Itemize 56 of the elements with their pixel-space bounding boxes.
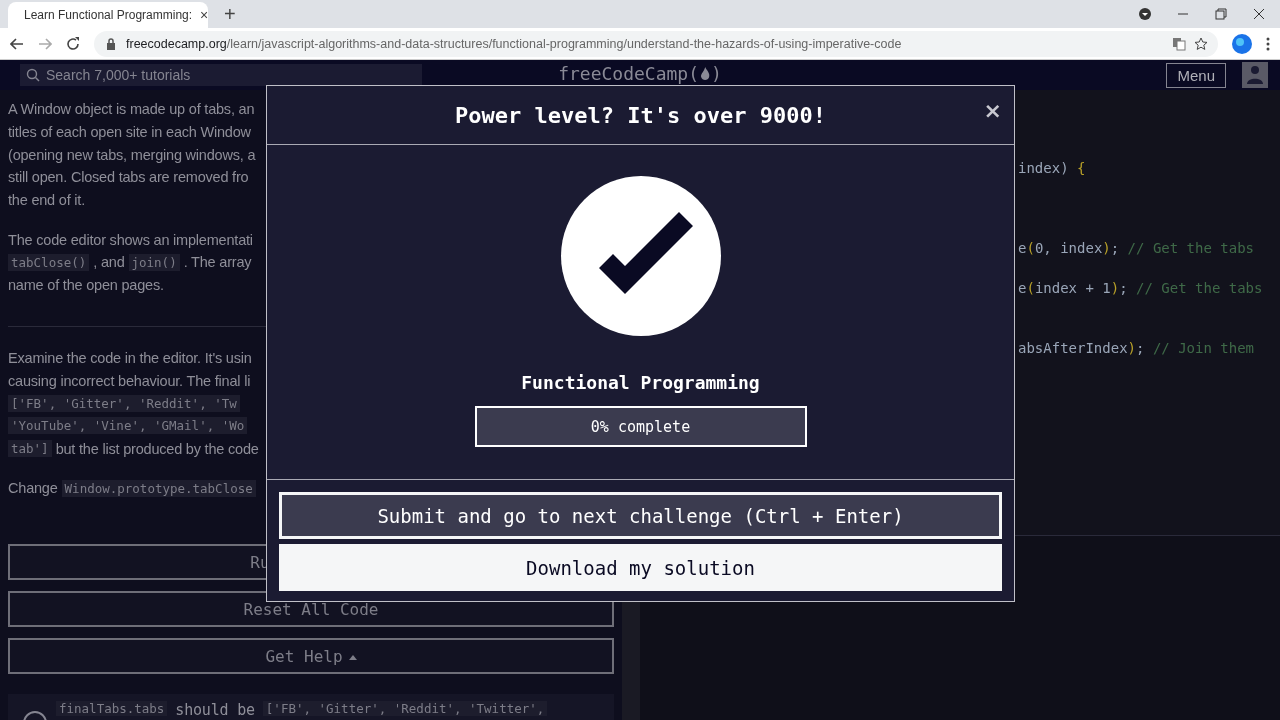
- close-icon[interactable]: [1252, 7, 1266, 21]
- profile-dropdown-icon[interactable]: [1138, 7, 1152, 21]
- inline-code: 'YouTube', 'Vine', 'GMail', 'Wo: [8, 417, 248, 435]
- close-tab-button[interactable]: ×: [200, 7, 209, 23]
- code-line: absAfterIndex); // Join them: [1018, 339, 1256, 358]
- menu-button[interactable]: Menu: [1166, 62, 1226, 88]
- instruction-text: . The array: [183, 254, 252, 271]
- instruction-text: titles of each open site in each Window: [8, 124, 251, 141]
- caret-icon: [348, 654, 357, 660]
- restore-icon[interactable]: [1214, 7, 1228, 21]
- instruction-text: name of the open pages.: [8, 277, 164, 294]
- instruction-text: Change: [8, 480, 58, 497]
- translate-icon[interactable]: [1172, 36, 1186, 51]
- logo-text: ): [711, 63, 722, 84]
- profile-avatar-icon[interactable]: [1232, 33, 1252, 54]
- new-tab-button[interactable]: +: [220, 3, 240, 26]
- instruction-text: should be: [175, 700, 255, 719]
- instruction-text: but the list produced by the code: [55, 440, 259, 457]
- code-line: e(0, index); // Get the tabs: [1018, 239, 1256, 258]
- url-text: freecodecamp.org/learn/javascript-algorithms-and-data-structures/functional-programming/understand-the-hazards-of-using-imperative-code: [126, 36, 903, 51]
- lock-icon: [104, 36, 118, 51]
- checkmark-icon: [560, 176, 721, 336]
- address-bar[interactable]: freecodecamp.org/learn/javascript-algorithms-and-data-structures/functional-programming/understand-the-hazards-of-using-imperative-code: [94, 30, 1218, 57]
- close-button[interactable]: ×: [983, 98, 1002, 123]
- instruction-text: still open. Closed tabs are removed fro: [8, 169, 249, 186]
- reload-icon[interactable]: [66, 36, 80, 51]
- instruction-text: the end of it.: [8, 192, 85, 209]
- instruction-text: The code editor shows an implementati: [8, 231, 253, 248]
- inline-code: tab']: [8, 440, 52, 458]
- instruction-text: Examine the code in the editor. It's usin: [8, 349, 252, 366]
- star-icon[interactable]: [1194, 36, 1208, 51]
- inline-code: tabClose(): [8, 253, 90, 271]
- block-title: Functional Programming: [521, 372, 760, 393]
- inline-code: join(): [128, 253, 180, 271]
- action-button[interactable]: Get Help: [8, 637, 614, 674]
- more-menu-icon[interactable]: [1266, 36, 1270, 51]
- inline-code: ['FB', 'Gitter', 'Reddit', 'Twitter',: [262, 700, 548, 717]
- instruction-text: (opening new tabs, merging windows, a: [8, 146, 256, 163]
- browser-tab[interactable]: Learn Functional Programming: ×: [8, 2, 208, 28]
- download-button[interactable]: Download my solution: [279, 544, 1002, 591]
- dialog-title: Power level? It's over 9000!: [455, 102, 826, 128]
- submit-button[interactable]: Submit and go to next challenge (Ctrl + Enter): [279, 492, 1002, 539]
- code-line: index) {: [1018, 159, 1087, 178]
- search-icon: [26, 68, 40, 82]
- search-field[interactable]: Search 7,000+ tutorials: [20, 64, 422, 86]
- instruction-text: , and: [93, 254, 125, 271]
- tab-title: Learn Functional Programming:: [24, 8, 193, 22]
- inline-code: finalTabs.tabs: [56, 700, 168, 717]
- inline-code: ['FB', 'Gitter', 'Reddit', 'Tw: [8, 394, 240, 412]
- instruction-text: causing incorrect behaviour. The final li: [8, 372, 251, 389]
- inline-code: Window.prototype.tabClose: [61, 479, 256, 497]
- code-line: e(index + 1); // Get the tabs: [1018, 279, 1264, 298]
- logo-text: freeCodeCamp(: [558, 63, 699, 84]
- progress-label: 0% complete: [590, 417, 691, 436]
- instruction-text: A Window object is made up of tabs, an: [8, 101, 255, 118]
- back-icon[interactable]: [10, 36, 24, 51]
